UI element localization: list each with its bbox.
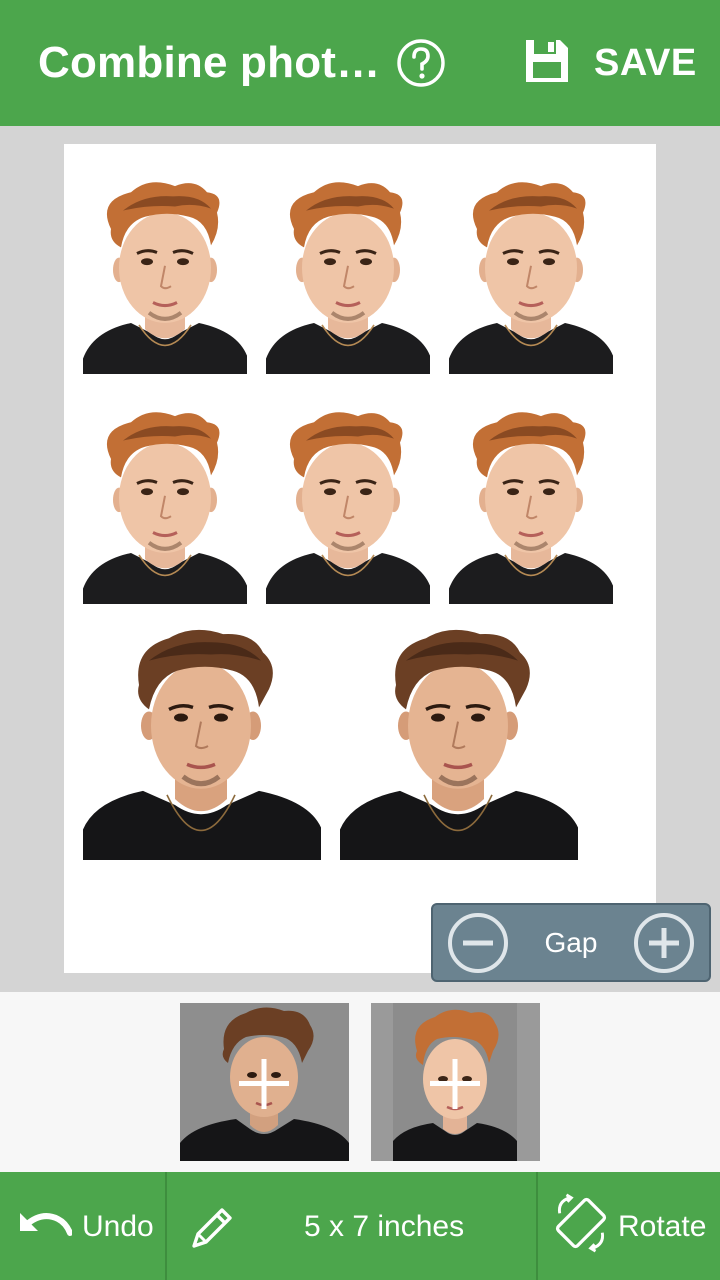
photo-small[interactable]: [266, 180, 430, 374]
photo-small[interactable]: [449, 180, 613, 374]
gap-control: Gap: [431, 903, 711, 982]
photo-large[interactable]: [340, 626, 578, 860]
canvas-area: Gap: [0, 126, 720, 992]
photo-small[interactable]: [449, 410, 613, 604]
undo-button[interactable]: Undo: [16, 1202, 154, 1252]
divider: [536, 1172, 538, 1280]
minus-circle-icon[interactable]: [447, 912, 509, 974]
thumbnail-small-crop[interactable]: [371, 1003, 540, 1161]
thumbnail-strip: [0, 992, 720, 1172]
print-sheet[interactable]: [64, 144, 656, 973]
thumbnail-large-crop[interactable]: [180, 1003, 349, 1161]
rotate-label: Rotate: [618, 1210, 707, 1243]
save-button[interactable]: SAVE: [522, 34, 697, 92]
page-title: Combine phot…: [38, 38, 381, 87]
gap-label: Gap: [544, 926, 598, 958]
undo-label: Undo: [82, 1210, 154, 1243]
app-bar: Combine phot… SAVE: [0, 0, 720, 126]
rotate-button[interactable]: Rotate: [550, 1193, 707, 1258]
paper-size-label: 5 x 7 inches: [304, 1210, 465, 1243]
rotate-icon: [550, 1192, 612, 1262]
divider: [165, 1172, 167, 1280]
photo-small[interactable]: [83, 410, 247, 604]
help-circle-icon[interactable]: [396, 38, 446, 88]
save-label: SAVE: [594, 41, 697, 84]
photo-large[interactable]: [83, 626, 321, 860]
undo-arrow-icon: [16, 1203, 73, 1251]
photo-small[interactable]: [83, 180, 247, 374]
plus-circle-icon[interactable]: [633, 912, 695, 974]
paper-size-selector[interactable]: 5 x 7 inches: [180, 1202, 530, 1252]
pencil-icon: [186, 1202, 238, 1262]
photo-small[interactable]: [266, 410, 430, 604]
floppy-disk-icon: [522, 36, 572, 91]
bottom-toolbar: Undo 5 x 7 inches Rotate: [0, 1172, 720, 1280]
